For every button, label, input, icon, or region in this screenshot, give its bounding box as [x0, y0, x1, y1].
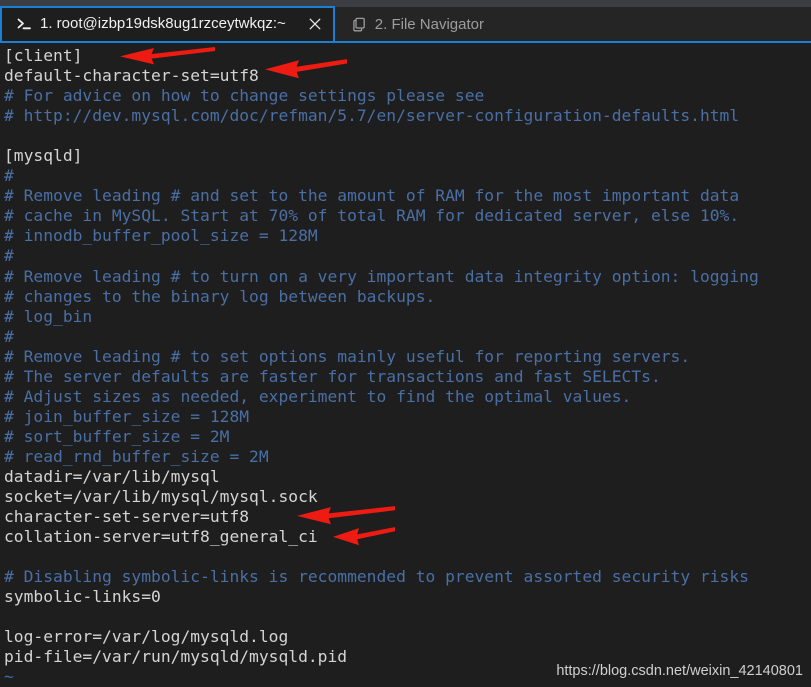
- terminal-line: character-set-server=utf8: [4, 507, 250, 527]
- tab-terminal-label: 1. root@izbp19dsk8ug1rzceytwkqz:~: [40, 15, 286, 32]
- tab-file-navigator[interactable]: 2. File Navigator: [334, 7, 494, 41]
- terminal-line: # innodb_buffer_pool_size = 128M: [4, 226, 318, 246]
- file-navigator-icon: [351, 16, 368, 33]
- terminal-line: #: [4, 326, 14, 346]
- terminal-line: # For advice on how to change settings p…: [4, 86, 485, 106]
- terminal-prompt-icon: [16, 15, 33, 32]
- terminal-line: default-character-set=utf8: [4, 66, 259, 86]
- terminal-line: #: [4, 246, 14, 266]
- terminal-line: socket=/var/lib/mysql/mysql.sock: [4, 487, 318, 507]
- terminal-line: # sort_buffer_size = 2M: [4, 426, 230, 446]
- terminal-line: # Remove leading # and set to the amount…: [4, 186, 740, 206]
- terminal-line: collation-server=utf8_general_ci: [4, 527, 318, 547]
- terminal-output[interactable]: [client] default-character-set=utf8 # For …: [0, 43, 811, 687]
- terminal-line: # changes to the binary log between back…: [4, 286, 436, 306]
- terminal-line: # Remove leading # to set options mainly…: [4, 346, 691, 366]
- terminal-line: # read_rnd_buffer_size = 2M: [4, 446, 269, 466]
- tab-bar: 1. root@izbp19dsk8ug1rzceytwkqz:~ 2. Fil…: [0, 6, 811, 41]
- close-icon[interactable]: [307, 16, 323, 32]
- terminal-line: # cache in MySQL. Start at 70% of total …: [4, 206, 740, 226]
- terminal-line: # Adjust sizes as needed, experiment to …: [4, 386, 632, 406]
- terminal-line: # Remove leading # to turn on a very imp…: [4, 266, 759, 286]
- terminal-line: [client]: [4, 46, 83, 65]
- terminal-line: #: [4, 166, 14, 186]
- tab-file-navigator-label: 2. File Navigator: [374, 15, 484, 33]
- tab-terminal[interactable]: 1. root@izbp19dsk8ug1rzceytwkqz:~: [0, 6, 335, 41]
- terminal-window: 1. root@izbp19dsk8ug1rzceytwkqz:~ 2. Fil…: [0, 0, 811, 687]
- terminal-line: # Disabling symbolic-links is recommende…: [4, 567, 749, 587]
- terminal-line: log-error=/var/log/mysqld.log: [4, 627, 289, 647]
- terminal-line: # join_buffer_size = 128M: [4, 406, 250, 426]
- terminal-line: # log_bin: [4, 306, 93, 326]
- terminal-line: # http://dev.mysql.com/doc/refman/5.7/en…: [4, 106, 740, 126]
- terminal-line-list: [client] default-character-set=utf8 # For …: [4, 46, 811, 687]
- terminal-line: datadir=/var/lib/mysql: [4, 466, 220, 486]
- terminal-line: [mysqld]: [4, 146, 83, 166]
- terminal-line: symbolic-links=0: [4, 587, 161, 607]
- watermark-url: https://blog.csdn.net/weixin_42140801: [556, 663, 803, 679]
- terminal-line: # The server defaults are faster for tra…: [4, 366, 661, 386]
